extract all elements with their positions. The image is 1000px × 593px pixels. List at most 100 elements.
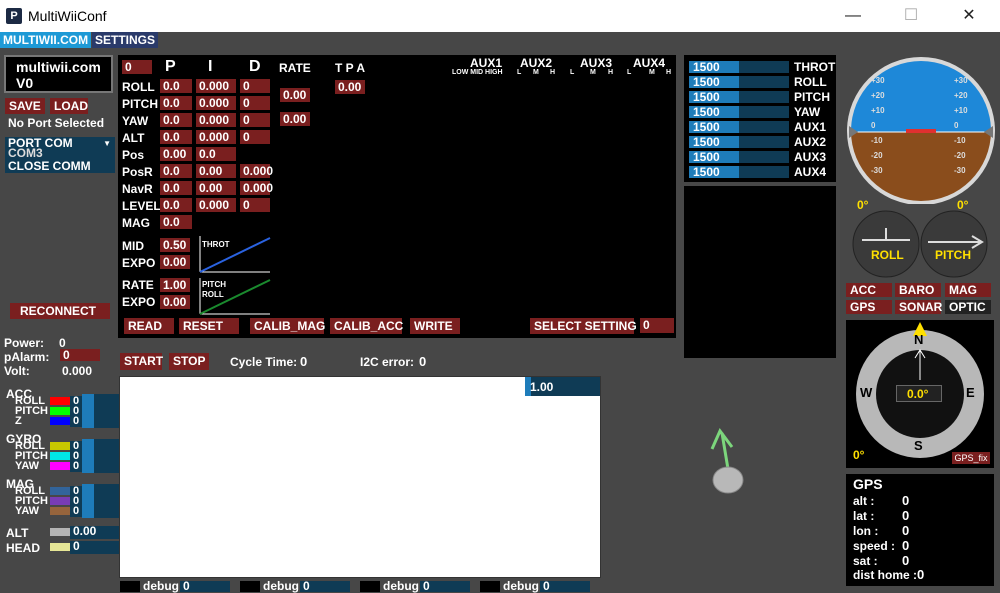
pid-p-field[interactable]: 0.0 [160,96,192,110]
rate-field[interactable]: 1.00 [160,278,190,292]
pid-i-field[interactable]: 0.000 [196,113,236,127]
sensor-color-swatch [50,417,70,425]
alt-color-swatch [50,528,70,536]
pid-p-field[interactable]: 0.00 [160,147,192,161]
select-setting-button[interactable]: SELECT SETTING [530,318,637,334]
sensor-color-swatch [50,487,70,495]
compass-angle: 0° [853,448,865,462]
pitch-gauge [920,210,988,278]
volt-label: Volt: [4,364,30,378]
rc-value: 1500 [693,90,720,104]
pid-p-field[interactable]: 0.0 [160,181,192,195]
pid-i-field[interactable]: 0.00 [196,164,236,178]
tab-multiwii-com[interactable]: MULTIWII.COM [0,32,92,48]
rc-channel-label: YAW [794,105,821,119]
version-text: V0 [16,75,34,91]
sensor-slider-handle[interactable] [82,484,94,518]
maximize-button[interactable]: ☐ [896,6,926,26]
debug-label: debug [263,579,299,593]
close-comm-button[interactable]: CLOSE COMM [5,160,115,173]
pid-i-field[interactable]: 0.000 [196,79,236,93]
gps-row-label: lon : [853,524,879,538]
tpa-field[interactable]: 0.00 [335,80,365,94]
debug-value: 0 [543,579,550,593]
rc-channel-yaw: 1500 YAW [689,106,834,119]
pid-i-field[interactable]: 0.000 [196,198,236,212]
graph-scale-slider[interactable]: 1.00 [525,377,600,396]
sensor-color-swatch [50,407,70,415]
rc-value: 1500 [693,120,720,134]
rc-value: 1500 [693,60,720,74]
pid-row-label: NavR [122,182,153,196]
rate-label: RATE [122,278,154,292]
calib-mag-button[interactable]: CALIB_MAG [250,318,325,334]
read-button[interactable]: READ [124,318,174,334]
aux-sublabel: L [570,69,575,76]
mid-field[interactable]: 0.50 [160,238,190,252]
reconnect-button[interactable]: RECONNECT [10,303,110,319]
aux-sublabel: H [550,69,556,76]
reset-button[interactable]: RESET [179,318,239,334]
sensor-axis-label: YAW [15,505,40,517]
rc-value: 1500 [693,135,720,149]
expo2-field[interactable]: 0.00 [160,295,190,309]
pid-d-field[interactable]: 0.000 [240,164,273,178]
stop-button[interactable]: STOP [169,353,209,370]
pid-p-field[interactable]: 0.0 [160,164,192,178]
pid-p-field[interactable]: 0.0 [160,198,192,212]
gps-row-value: 0 [902,553,910,568]
sensor-color-swatch [50,497,70,505]
calib-acc-button[interactable]: CALIB_ACC [330,318,403,334]
gps-row-label: lat : [853,509,875,523]
sensor-color-swatch [50,397,70,405]
pid-i-field[interactable]: 0.00 [196,181,236,195]
pid-p-field[interactable]: 0.0 [160,130,192,144]
pid-row-label: MAG [122,216,150,230]
tab-settings[interactable]: SETTINGS [92,32,159,48]
pid-d-field[interactable]: 0 [240,198,270,212]
sensor-head-label: HEAD [6,541,41,555]
pid-p-field[interactable]: 0.0 [160,113,192,127]
palarm-field[interactable]: 0 [60,349,100,361]
aux-sublabel: M [649,69,655,76]
cycle-time-value: 0 [300,354,308,369]
rate-yaw-field[interactable]: 0.00 [280,112,310,126]
rate-roll-pitch-field[interactable]: 0.00 [280,88,310,102]
aux-header-4: AUX4 [633,56,666,70]
horizon-mark-right: -20 [954,151,966,160]
sensor-graph[interactable] [119,376,601,578]
pid-p-field[interactable]: 0.0 [160,215,192,229]
minimize-button[interactable]: — [838,6,868,26]
start-button[interactable]: START [120,353,163,370]
pid-i-field[interactable]: 0.000 [196,96,236,110]
dist-home-value: 0 [917,567,925,582]
tpa-header: T P A [335,61,366,75]
write-button[interactable]: WRITE [410,318,460,334]
pid-p-field[interactable]: 0.0 [160,79,192,93]
pid-row-label: PosR [122,165,153,179]
debug-label: debug [503,579,539,593]
pid-d-field[interactable]: 0 [240,130,270,144]
logo-box: multiwii.com V0 [4,55,113,93]
expo-label: EXPO [122,256,156,270]
sensor-slider-handle[interactable] [82,439,94,473]
i2c-error-value: 0 [419,354,427,369]
pid-d-field[interactable]: 0 [240,113,270,127]
setting-value-field[interactable]: 0 [640,318,674,333]
profile-field[interactable]: 0 [122,60,152,74]
horizon-mark-left: -20 [871,151,883,160]
close-button[interactable]: ✕ [954,6,984,26]
sensor-slider-handle[interactable] [82,394,94,428]
pid-d-field[interactable]: 0.000 [240,181,273,195]
load-button[interactable]: LOAD [50,98,88,114]
pid-d-field[interactable]: 0 [240,96,270,110]
aux-sublabel: L [517,69,522,76]
roll-gauge [852,210,920,278]
d-header: D [249,58,261,75]
pid-i-field[interactable]: 0.0 [196,147,236,161]
expo-field[interactable]: 0.00 [160,255,190,269]
pid-i-field[interactable]: 0.000 [196,130,236,144]
status-badge-baro: BARO [895,283,941,297]
pid-d-field[interactable]: 0 [240,79,270,93]
save-button[interactable]: SAVE [5,98,45,114]
